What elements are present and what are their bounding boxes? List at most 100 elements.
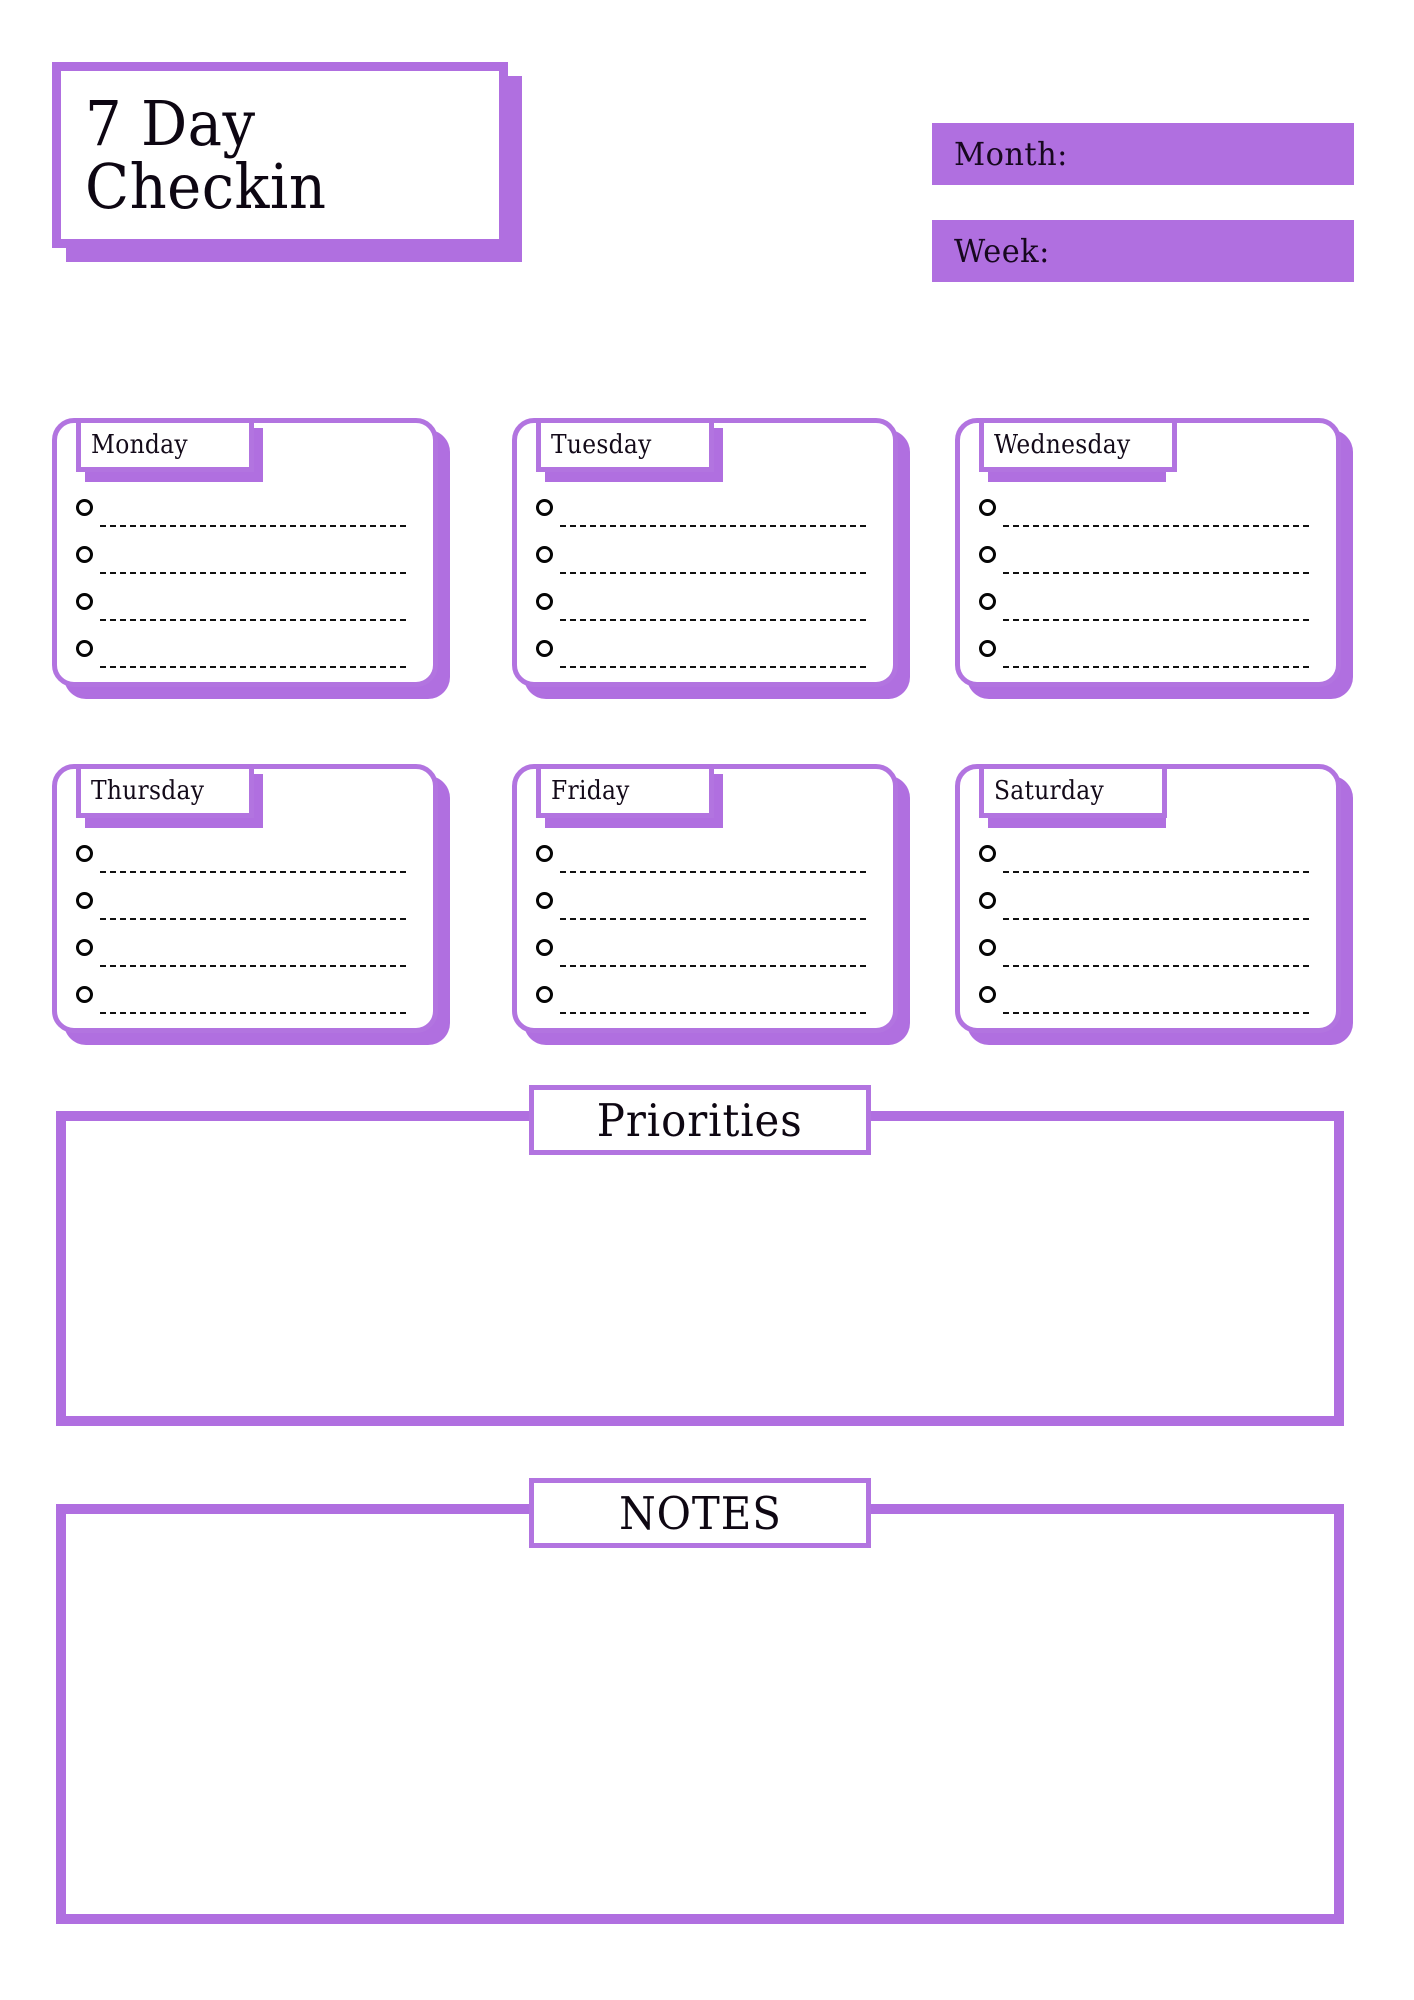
day-row[interactable] xyxy=(536,634,866,681)
circle-checkbox-icon[interactable] xyxy=(76,499,93,516)
priorities-section[interactable]: Priorities xyxy=(56,1085,1344,1426)
write-line xyxy=(560,871,866,873)
notes-writing-area[interactable] xyxy=(56,1504,1344,1924)
day-card-monday[interactable]: Monday xyxy=(52,418,450,699)
circle-checkbox-icon[interactable] xyxy=(76,845,93,862)
day-tab: Thursday xyxy=(76,764,254,818)
day-row[interactable] xyxy=(536,933,866,980)
day-row[interactable] xyxy=(536,839,866,886)
day-row[interactable] xyxy=(536,886,866,933)
day-label: Wednesday xyxy=(994,430,1131,460)
day-tab: Tuesday xyxy=(536,418,714,472)
day-row[interactable] xyxy=(76,493,406,540)
circle-checkbox-icon[interactable] xyxy=(979,499,996,516)
day-row[interactable] xyxy=(979,493,1309,540)
circle-checkbox-icon[interactable] xyxy=(979,845,996,862)
day-row[interactable] xyxy=(979,587,1309,634)
circle-checkbox-icon[interactable] xyxy=(979,593,996,610)
day-row[interactable] xyxy=(76,980,406,1027)
circle-checkbox-icon[interactable] xyxy=(536,845,553,862)
day-tab: Wednesday xyxy=(979,418,1177,472)
write-line xyxy=(100,666,406,668)
day-label: Thursday xyxy=(91,776,205,806)
write-line xyxy=(1003,572,1309,574)
day-rows xyxy=(979,493,1309,681)
month-field[interactable]: Month: xyxy=(932,123,1354,185)
day-row[interactable] xyxy=(536,540,866,587)
write-line xyxy=(1003,965,1309,967)
write-line xyxy=(560,619,866,621)
circle-checkbox-icon[interactable] xyxy=(536,499,553,516)
day-card-tuesday[interactable]: Tuesday xyxy=(512,418,910,699)
day-row[interactable] xyxy=(76,933,406,980)
page-title-card: 7 Day Checkin xyxy=(52,62,522,262)
priorities-writing-area[interactable] xyxy=(56,1111,1344,1426)
day-rows xyxy=(536,493,866,681)
circle-checkbox-icon[interactable] xyxy=(536,986,553,1003)
write-line xyxy=(560,965,866,967)
circle-checkbox-icon[interactable] xyxy=(76,640,93,657)
circle-checkbox-icon[interactable] xyxy=(536,939,553,956)
write-line xyxy=(560,666,866,668)
notes-title: NOTES xyxy=(618,1486,782,1540)
day-label: Tuesday xyxy=(551,430,652,460)
write-line xyxy=(1003,1012,1309,1014)
write-line xyxy=(100,918,406,920)
day-row[interactable] xyxy=(979,933,1309,980)
day-row[interactable] xyxy=(76,587,406,634)
circle-checkbox-icon[interactable] xyxy=(76,892,93,909)
notes-header-tab: NOTES xyxy=(529,1478,871,1548)
write-line xyxy=(100,572,406,574)
day-row[interactable] xyxy=(979,634,1309,681)
circle-checkbox-icon[interactable] xyxy=(536,640,553,657)
circle-checkbox-icon[interactable] xyxy=(979,939,996,956)
day-label: Friday xyxy=(551,776,630,806)
circle-checkbox-icon[interactable] xyxy=(536,892,553,909)
write-line xyxy=(100,965,406,967)
day-card-saturday[interactable]: Saturday xyxy=(955,764,1353,1045)
day-row[interactable] xyxy=(979,886,1309,933)
circle-checkbox-icon[interactable] xyxy=(76,546,93,563)
write-line xyxy=(560,918,866,920)
day-row[interactable] xyxy=(76,540,406,587)
notes-section[interactable]: NOTES xyxy=(56,1478,1344,1924)
write-line xyxy=(560,1012,866,1014)
circle-checkbox-icon[interactable] xyxy=(536,593,553,610)
title-card-body: 7 Day Checkin xyxy=(52,62,508,248)
circle-checkbox-icon[interactable] xyxy=(979,640,996,657)
day-card-friday[interactable]: Friday xyxy=(512,764,910,1045)
day-tab: Monday xyxy=(76,418,254,472)
write-line xyxy=(560,572,866,574)
day-row[interactable] xyxy=(536,587,866,634)
circle-checkbox-icon[interactable] xyxy=(979,986,996,1003)
write-line xyxy=(1003,871,1309,873)
day-row[interactable] xyxy=(979,839,1309,886)
day-label: Monday xyxy=(91,430,188,460)
circle-checkbox-icon[interactable] xyxy=(76,939,93,956)
circle-checkbox-icon[interactable] xyxy=(979,546,996,563)
day-tab: Friday xyxy=(536,764,714,818)
write-line xyxy=(100,525,406,527)
day-card-thursday[interactable]: Thursday xyxy=(52,764,450,1045)
circle-checkbox-icon[interactable] xyxy=(979,892,996,909)
write-line xyxy=(100,871,406,873)
day-card-wednesday[interactable]: Wednesday xyxy=(955,418,1353,699)
circle-checkbox-icon[interactable] xyxy=(76,593,93,610)
day-row[interactable] xyxy=(76,634,406,681)
write-line xyxy=(100,619,406,621)
week-field-label: Week: xyxy=(954,232,1050,270)
day-row[interactable] xyxy=(536,493,866,540)
priorities-header-tab: Priorities xyxy=(529,1085,871,1155)
day-label: Saturday xyxy=(994,776,1104,806)
day-rows xyxy=(536,839,866,1027)
write-line xyxy=(100,1012,406,1014)
day-row[interactable] xyxy=(76,839,406,886)
week-field[interactable]: Week: xyxy=(932,220,1354,282)
day-row[interactable] xyxy=(536,980,866,1027)
circle-checkbox-icon[interactable] xyxy=(536,546,553,563)
day-row[interactable] xyxy=(979,540,1309,587)
month-field-label: Month: xyxy=(954,135,1068,173)
day-row[interactable] xyxy=(979,980,1309,1027)
circle-checkbox-icon[interactable] xyxy=(76,986,93,1003)
day-row[interactable] xyxy=(76,886,406,933)
